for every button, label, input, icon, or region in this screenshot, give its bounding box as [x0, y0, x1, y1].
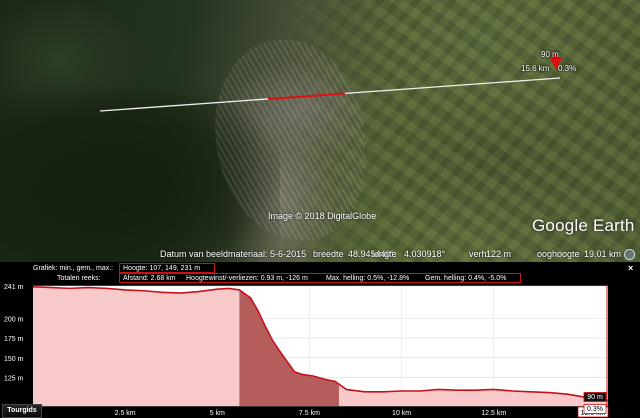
- y-tick-label: 150 m: [4, 356, 24, 363]
- y-tick-label: 200 m: [4, 316, 24, 323]
- path-selected-segment: [267, 92, 346, 100]
- google-earth-logo: Google Earth: [532, 216, 635, 235]
- eye-altitude-value: 19.01 km: [584, 249, 622, 259]
- cursor-elevation-label: 90 m: [587, 394, 603, 401]
- close-icon[interactable]: ×: [628, 263, 633, 273]
- tooltip-slope: 0.3%: [558, 64, 577, 73]
- imagery-copyright: Image © 2018 DigitalGlobe: [268, 211, 377, 221]
- x-tick-label: 2.5 km: [115, 410, 136, 417]
- tooltip-distance: 15.6 km: [521, 64, 550, 73]
- longitude-label: lengte: [372, 249, 397, 259]
- graph-label: Grafiek: min., gem., max.:: [33, 265, 114, 272]
- cursor-slope-label: 0.3%: [587, 406, 603, 413]
- x-tick-label: 7.5 km: [299, 410, 320, 417]
- eye-altitude-label: ooghoogte: [537, 249, 580, 259]
- imagery-date: Datum van beeldmateriaal: 5-6-2015: [160, 249, 307, 259]
- map-status-bar: Datum van beeldmateriaal: 5-6-2015 breed…: [0, 246, 640, 262]
- y-tick-label: 125 m: [4, 376, 24, 383]
- height-stats: Hoogte: 107, 149, 231 m: [119, 263, 215, 273]
- longitude-value: 4.030918°: [404, 249, 446, 259]
- satellite-map[interactable]: 90 m 15.6 km 0.3% Image © 2018 DigitalGl…: [0, 0, 640, 262]
- navigation-icon[interactable]: [624, 249, 635, 260]
- x-tick-label: 10 km: [392, 410, 411, 417]
- elevation-profile-panel: Grafiek: min., gem., max.: Hoogte: 107, …: [0, 262, 640, 418]
- y-tick-label: 241 m: [4, 284, 24, 291]
- altitude-label: verh: [469, 249, 487, 259]
- tour-guide-button[interactable]: Tourgids: [2, 404, 42, 418]
- latitude-label: breedte: [313, 249, 344, 259]
- chart-layer: 241 m200 m175 m150 m125 m89 m2.5 km5 km7…: [4, 284, 609, 418]
- tooltip-elevation: 90 m: [541, 50, 559, 59]
- elevation-chart[interactable]: 241 m200 m175 m150 m125 m89 m2.5 km5 km7…: [0, 280, 640, 418]
- y-tick-label: 175 m: [4, 336, 24, 343]
- x-tick-label: 5 km: [210, 410, 225, 417]
- altitude-value: 122 m: [486, 249, 512, 259]
- x-tick-label: 12.5 km: [481, 410, 506, 417]
